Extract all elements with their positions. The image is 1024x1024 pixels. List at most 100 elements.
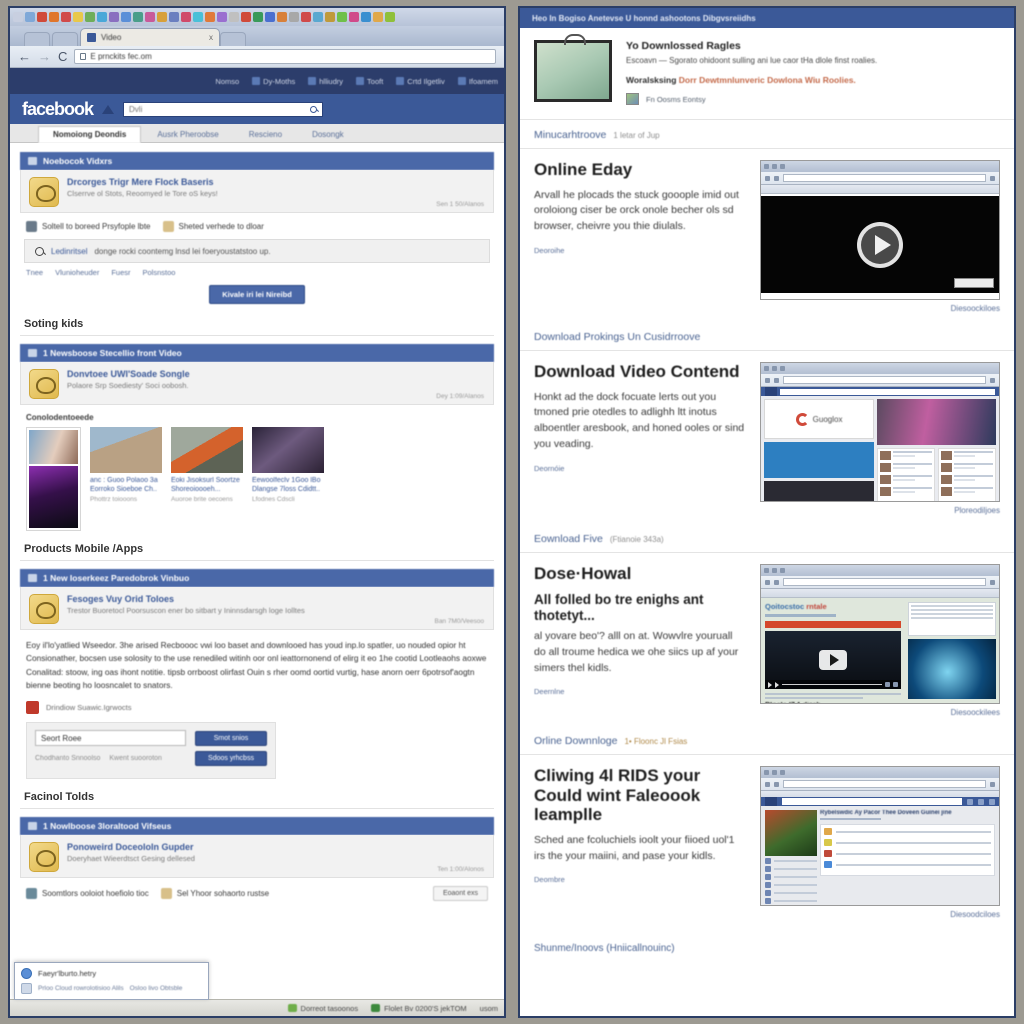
media-caption[interactable]: Diesoockiloes xyxy=(760,304,1000,313)
ad-panel[interactable] xyxy=(26,427,81,531)
submit-button[interactable]: Smot snios xyxy=(195,730,267,746)
address-bar[interactable]: E prnckits fec.om xyxy=(74,49,496,64)
facebook-logo[interactable]: facebook xyxy=(22,99,94,120)
bookmark-icon[interactable] xyxy=(289,12,299,22)
bookmark-icon[interactable] xyxy=(373,12,383,22)
bookmark-icon[interactable] xyxy=(121,12,131,22)
play-button[interactable] xyxy=(819,650,848,671)
media-caption[interactable]: Diesoodciloes xyxy=(760,910,1000,919)
bookmark-icon[interactable] xyxy=(181,12,191,22)
screenshot-thumbnail[interactable]: Rybelswdic Ay Pacor Thee Doveen Guinei j… xyxy=(760,766,1000,907)
tab-3[interactable]: Dosongk xyxy=(298,127,358,142)
mini-link-3[interactable]: Polsnstoo xyxy=(142,268,175,277)
read-more-link[interactable]: Deombre xyxy=(534,875,746,884)
read-more-link[interactable]: Deernlne xyxy=(534,687,746,696)
bookmark-icon[interactable] xyxy=(361,12,371,22)
facebook-search[interactable] xyxy=(123,101,324,117)
bookmark-icon[interactable] xyxy=(277,12,287,22)
bookmark-icon[interactable] xyxy=(193,12,203,22)
media-caption[interactable]: Diesoockilees xyxy=(760,708,1000,717)
video-thumb-0[interactable]: anc : Guoo Polaoo 3a Eorroko Sioeboe Ch.… xyxy=(90,427,162,503)
bookmark-icon[interactable] xyxy=(145,12,155,22)
hero-note-highlight[interactable]: Dorr Dewtmnlunveric Dowlona Wiu Roolies. xyxy=(679,75,856,85)
bookmark-icon[interactable] xyxy=(349,12,359,22)
topnav-item-4[interactable]: Crtd Ilgetliv xyxy=(396,77,445,86)
bookmark-icon[interactable] xyxy=(265,12,275,22)
back-icon[interactable]: ← xyxy=(18,50,31,63)
bookmark-icon[interactable] xyxy=(301,12,311,22)
home-icon[interactable] xyxy=(102,104,115,114)
comment-input[interactable] xyxy=(35,730,186,747)
bookmark-icon[interactable] xyxy=(109,12,119,22)
facebook-tabs[interactable]: Nomoiong Deondis Ausrk Pheroobse Rescieno D… xyxy=(10,124,504,143)
chip-1[interactable]: Sel Yhoor sohaorto rustse xyxy=(160,886,269,901)
post-title[interactable]: Donvtoee UWl'Soade Songle xyxy=(67,369,485,379)
bookmark-icon[interactable] xyxy=(133,12,143,22)
hero-author-name[interactable]: Fn Oosms Eontsy xyxy=(646,95,706,104)
mini-link-2[interactable]: Fuesr xyxy=(111,268,130,277)
video-thumb-2[interactable]: Eewoolfeclv 1Goo lBo Dlangse 7loss Cdidt… xyxy=(252,427,324,503)
bookmark-icon[interactable] xyxy=(25,12,35,22)
search-icon[interactable] xyxy=(310,105,318,113)
read-more-link[interactable]: Deornóie xyxy=(534,464,746,473)
bookmark-icon[interactable] xyxy=(61,12,71,22)
bookmark-icon[interactable] xyxy=(73,12,83,22)
search-band[interactable]: Ledinritsel donge rocki coontemg lnsd le… xyxy=(24,239,490,263)
close-icon[interactable]: x xyxy=(209,33,213,42)
bookmark-icon[interactable] xyxy=(253,12,263,22)
search-input[interactable] xyxy=(129,104,311,114)
download-sub-right[interactable]: Osloo livo Obtsble xyxy=(130,985,183,992)
ghost-button[interactable]: Eoaont exs xyxy=(432,886,488,902)
mini-link-0[interactable]: Tnee xyxy=(26,268,43,277)
post-title[interactable]: Fesoges Vuy Orid Toloes xyxy=(67,594,485,604)
download-file-row[interactable]: Faeyr'lburto.hetry xyxy=(21,968,202,979)
bookmarks-bar[interactable] xyxy=(10,8,504,26)
bookmark-icon[interactable] xyxy=(313,12,323,22)
chip-0[interactable]: Soltell to boreed Prsyfople lbte xyxy=(26,221,151,232)
bookmark-icon[interactable] xyxy=(241,12,251,22)
topnav-item-3[interactable]: Tooft xyxy=(356,77,383,86)
bookmark-icon[interactable] xyxy=(229,12,239,22)
chip-0[interactable]: Soomtlors ooloiot hoefiolo tioc xyxy=(26,886,149,901)
bookmark-icon[interactable] xyxy=(385,12,395,22)
screenshot-thumbnail[interactable] xyxy=(760,160,1000,301)
new-tab-button[interactable] xyxy=(220,32,246,46)
tab-active[interactable]: Video x xyxy=(80,28,220,46)
section-link[interactable]: Orline Downnloge xyxy=(534,735,617,747)
primary-button[interactable]: Kivale iri lei Nireibd xyxy=(209,285,305,304)
tab-2[interactable]: Rescieno xyxy=(235,127,296,142)
bookmark-icon[interactable] xyxy=(49,12,59,22)
section-link[interactable]: Minucarhtroove xyxy=(534,129,606,141)
bookmark-icon[interactable] xyxy=(337,12,347,22)
footer-link[interactable]: Shunme/Inoovs (Hniicallnouinc) xyxy=(534,943,675,954)
tab-inactive[interactable] xyxy=(52,32,78,46)
play-button[interactable] xyxy=(857,221,903,268)
bookmark-icon[interactable] xyxy=(37,12,47,22)
section-link[interactable]: Download Prokings Un Cusidrroove xyxy=(534,331,700,343)
read-more-link[interactable]: Deoroihe xyxy=(534,246,746,255)
bookmark-icon[interactable] xyxy=(217,12,227,22)
forward-icon[interactable]: → xyxy=(38,50,51,63)
bookmark-icon[interactable] xyxy=(205,12,215,22)
tab-strip[interactable]: Video x xyxy=(10,26,504,46)
post-title[interactable]: Drcorges Trigr Mere Flock Baseris xyxy=(67,177,485,187)
topnav-item-2[interactable]: hlliudry xyxy=(308,77,343,86)
facebook-top-nav[interactable]: Nomso Dy-Moths hlliudry Tooft Crtd Ilgetliv I… xyxy=(10,68,504,94)
bookmark-icon[interactable] xyxy=(169,12,179,22)
video-thumb-1[interactable]: Eoki Jisoksurl Soortze Shoreoioooeh... A… xyxy=(171,427,243,503)
search-band-link[interactable]: Ledinritsel xyxy=(51,247,87,256)
screenshot-thumbnail[interactable]: Qoitocstoc rntale Rtoete t7.1 dizeb xyxy=(760,564,1000,705)
bookmark-icon[interactable] xyxy=(85,12,95,22)
chip-1[interactable]: Sheted verhede to dloar xyxy=(162,221,264,232)
tab-1[interactable]: Ausrk Pheroobse xyxy=(143,127,232,142)
section-link[interactable]: Eownload Five xyxy=(534,533,603,545)
reload-icon[interactable]: C xyxy=(58,50,67,63)
bookmark-icon[interactable] xyxy=(97,12,107,22)
screenshot-thumbnail[interactable]: Guoglox xyxy=(760,362,1000,503)
topnav-item-5[interactable]: Ifoamem xyxy=(457,77,498,86)
bookmark-icon[interactable] xyxy=(325,12,335,22)
tab-inactive[interactable] xyxy=(24,32,50,46)
embedded-player[interactable] xyxy=(765,631,902,690)
mini-link-1[interactable]: Vlunioheuder xyxy=(55,268,99,277)
post-title[interactable]: Ponoweird Doceololn Gupder xyxy=(67,842,485,852)
